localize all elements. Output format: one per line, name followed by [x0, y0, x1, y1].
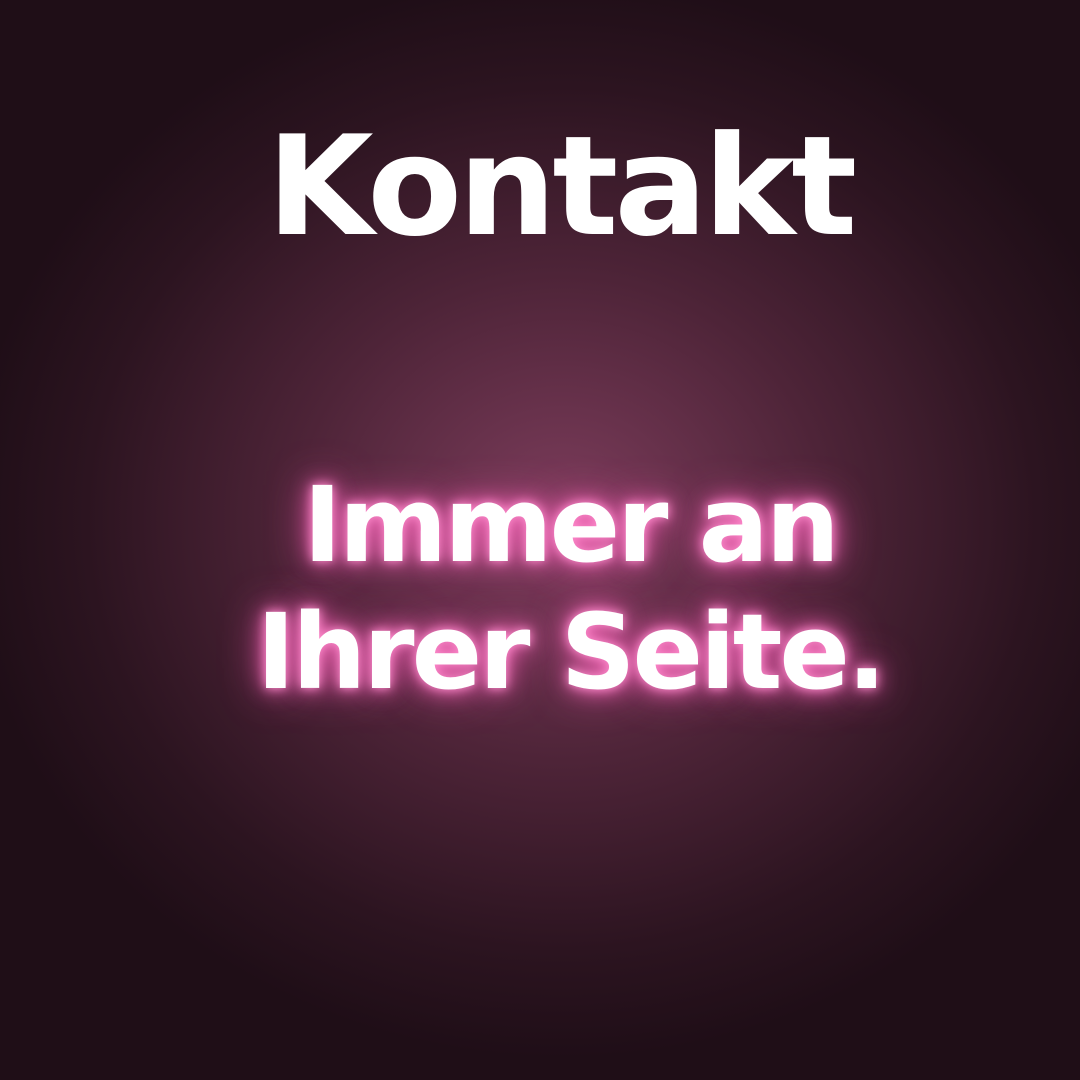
slogan-line-2: Ihrer Seite. — [256, 590, 887, 713]
slogan-line-1: Immer an — [303, 464, 840, 586]
headline: Kontakt — [266, 106, 857, 267]
slogan: Immer an Ihrer Seite. — [0, 462, 1080, 716]
promo-canvas: Kontakt Immer an Ihrer Seite. — [0, 0, 1080, 1080]
